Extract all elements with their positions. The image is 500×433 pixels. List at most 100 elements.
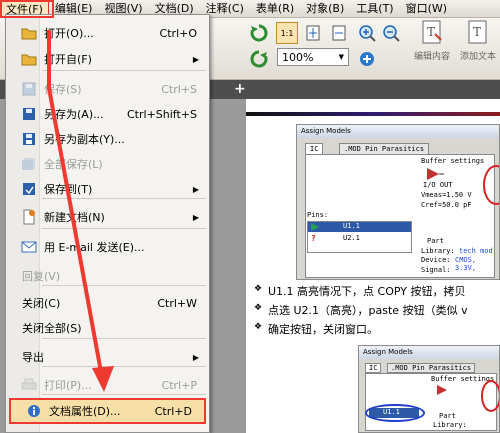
dialog-title: Assign Models xyxy=(297,125,499,138)
menu-item-shortcut: Ctrl+D xyxy=(154,404,192,418)
buffer-symbol-icon xyxy=(437,385,447,395)
rotate-ccw-button[interactable] xyxy=(248,48,270,70)
menu-item-label: 回复(V) xyxy=(22,270,61,283)
save-icon xyxy=(20,80,38,98)
menu-item-label: 打印(P)... xyxy=(44,379,92,392)
menubar-item[interactable]: 窗口(W) xyxy=(400,0,453,18)
menu-item-label: 文档属性(D)... xyxy=(49,405,121,418)
info-icon xyxy=(25,402,43,420)
vmeas-label: Vmeas=1.50 V xyxy=(421,191,472,199)
file-menu-item[interactable]: 关闭全部(S) xyxy=(6,316,209,340)
menu-item-label: 新建文档(N) xyxy=(44,211,105,224)
save-as-icon xyxy=(20,105,38,123)
diamond-bullet-icon: ❖ xyxy=(254,284,263,294)
file-menu-item[interactable]: 回复(V) xyxy=(6,264,209,288)
question-icon: ? xyxy=(311,234,316,243)
edit-content-icon: T xyxy=(422,20,442,44)
zoom-in-icon xyxy=(359,25,376,42)
assign-models-screenshot-1: Assign Models IC .MOD Pin Parasitics Buf… xyxy=(296,124,500,280)
signal-label: Signal: xyxy=(421,266,451,274)
menu-item-shortcut: Ctrl+W xyxy=(157,296,197,310)
part-label: Part xyxy=(439,412,456,420)
library-label: Library: xyxy=(421,247,455,255)
library-value: tech mod xyxy=(459,247,493,255)
zoom-in-button[interactable] xyxy=(356,22,378,44)
dialog-title: Assign Models xyxy=(359,346,499,359)
highlight-box-file-menu xyxy=(0,0,54,18)
part-label: Part xyxy=(427,237,444,245)
menu-item-label: 用 E-mail 发送(E)... xyxy=(44,241,145,254)
document-page: Assign Models IC .MOD Pin Parasitics Buf… xyxy=(246,99,500,433)
submenu-arrow-icon: ▶ xyxy=(192,54,199,64)
menu-item-label: 导出 xyxy=(22,351,44,364)
bullet-item: ❖ U1.1 高亮情况下，点 COPY 按钮，拷贝 xyxy=(254,284,466,298)
diamond-bullet-icon: ❖ xyxy=(254,303,263,313)
add-text-icon: T xyxy=(468,20,487,44)
zoom-select[interactable]: 100% ▼ xyxy=(277,48,349,66)
save-copy-icon xyxy=(20,130,38,148)
pins-label: Pins: xyxy=(307,211,329,219)
menu-item-label: 关闭(C) xyxy=(22,297,61,310)
buffer-symbol-icon xyxy=(427,168,444,180)
diamond-bullet-icon: ❖ xyxy=(254,322,263,332)
menubar-item[interactable]: 对象(B) xyxy=(300,0,350,18)
menu-item-shortcut: Ctrl+P xyxy=(161,378,197,392)
file-menu-item[interactable]: 打开(O)... Ctrl+O xyxy=(6,21,209,45)
fit-width-button[interactable] xyxy=(328,22,350,44)
menu-item-shortcut: Ctrl+S xyxy=(161,82,197,96)
zoom-out-button[interactable] xyxy=(380,22,402,44)
file-menu-item[interactable]: 新建文档(N) ▶ xyxy=(6,205,209,229)
fit-page-button[interactable] xyxy=(302,22,324,44)
rotate-cw-button[interactable] xyxy=(248,22,270,44)
pin-marker-icon xyxy=(311,223,319,231)
new-document-icon xyxy=(20,208,38,226)
menu-item-label: 保存到(T) xyxy=(44,183,93,196)
file-menu-item[interactable]: 打印(P)... Ctrl+P xyxy=(6,373,209,397)
io-out-label: I/O OUT xyxy=(423,181,453,189)
submenu-arrow-icon: ▶ xyxy=(192,212,199,222)
fit-width-icon xyxy=(332,25,346,41)
file-menu-item[interactable]: 另存为(A)... Ctrl+Shift+S xyxy=(6,102,209,126)
cref-label: Cref=50.0 pF xyxy=(421,201,472,209)
print-icon xyxy=(20,376,38,394)
rotate-clockwise-icon xyxy=(250,24,268,42)
file-menu-item[interactable]: 全部保存(L) xyxy=(6,152,209,176)
zoom-add-button[interactable] xyxy=(356,48,378,70)
new-tab-button[interactable]: + xyxy=(234,81,246,97)
dialog-tab-parasitics: .MOD Pin Parasitics xyxy=(387,363,476,373)
blue-ellipse-annotation xyxy=(365,404,425,422)
svg-text:T: T xyxy=(473,25,481,39)
file-menu-item[interactable]: 保存到(T) ▶ xyxy=(6,177,209,201)
file-menu-item[interactable]: 关闭(C) Ctrl+W xyxy=(6,291,209,315)
device-value: CMOS, 3.3V, xyxy=(455,256,477,272)
submenu-arrow-icon: ▶ xyxy=(192,184,199,194)
page-header-rule xyxy=(246,112,500,116)
actual-size-label: 1:1 xyxy=(280,28,294,38)
actual-size-button[interactable]: 1:1 xyxy=(276,22,298,44)
folder-open-icon xyxy=(20,50,38,68)
red-circle-annotation xyxy=(481,380,499,412)
file-menu-item[interactable]: 打开自(F) ▶ xyxy=(6,47,209,71)
edit-content-button[interactable]: T 编辑内容 xyxy=(412,20,452,66)
add-text-button[interactable]: T 添加文本 xyxy=(456,20,500,66)
buffer-settings-label: Buffer settings xyxy=(421,157,485,165)
save-all-icon xyxy=(20,155,38,173)
file-menu-item[interactable]: 文档属性(D)... Ctrl+D xyxy=(9,398,206,424)
file-menu-item[interactable]: 导出 ▶ xyxy=(6,345,209,369)
dialog-tab-ic: IC xyxy=(365,363,382,373)
menubar-item[interactable]: 工具(T) xyxy=(350,0,399,18)
save-to-icon xyxy=(20,180,38,198)
file-menu-item[interactable]: 另存为副本(Y)... xyxy=(6,127,209,151)
menubar-item[interactable]: 表单(R) xyxy=(250,0,300,18)
file-menu-item[interactable]: 用 E-mail 发送(E)... xyxy=(6,235,209,259)
file-menu-dropdown: 打开(O)... Ctrl+O 打开自(F) ▶ 保存(S) Ctrl+S 另存为(A)..… xyxy=(5,14,210,433)
device-label: Device: xyxy=(421,256,451,264)
menu-item-label: 关闭全部(S) xyxy=(22,322,82,335)
menu-item-shortcut: Ctrl+O xyxy=(159,26,197,40)
file-menu-item[interactable]: 保存(S) Ctrl+S xyxy=(6,77,209,101)
menu-item-label: 另存为副本(Y)... xyxy=(44,133,125,146)
email-icon xyxy=(20,238,38,256)
svg-text:T: T xyxy=(427,25,435,39)
chevron-down-icon: ▼ xyxy=(338,53,344,61)
assign-models-screenshot-2: Assign Models IC .MOD Pin Parasitics Buf… xyxy=(358,345,500,433)
